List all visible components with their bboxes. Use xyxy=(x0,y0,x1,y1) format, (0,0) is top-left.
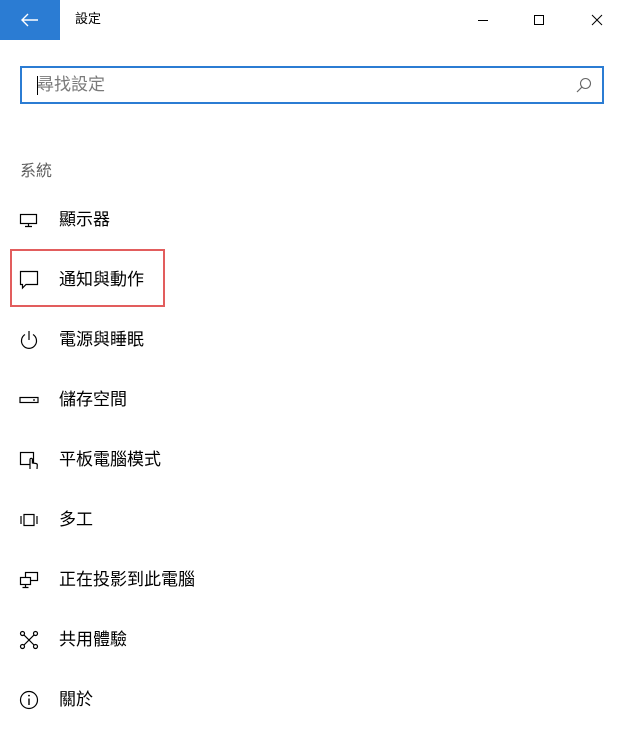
back-button[interactable] xyxy=(0,0,60,40)
back-arrow-icon xyxy=(21,13,39,27)
nav-item-label: 共用體驗 xyxy=(59,630,127,650)
maximize-button[interactable] xyxy=(516,0,562,40)
minimize-button[interactable] xyxy=(460,0,506,40)
nav-item-power-sleep[interactable]: 電源與睡眠 xyxy=(10,310,410,370)
text-caret xyxy=(37,76,38,95)
notification-icon xyxy=(19,270,39,290)
nav-item-shared-experiences[interactable]: 共用體驗 xyxy=(10,610,410,670)
nav-item-notifications[interactable]: 通知與動作 xyxy=(10,250,410,310)
nav-item-about[interactable]: 關於 xyxy=(10,670,410,730)
nav-item-multitasking[interactable]: 多工 xyxy=(10,490,410,550)
search-icon[interactable] xyxy=(576,77,592,93)
nav-item-display[interactable]: 顯示器 xyxy=(10,190,410,250)
nav-item-label: 多工 xyxy=(59,510,93,530)
power-icon xyxy=(19,330,39,350)
storage-icon xyxy=(19,390,39,410)
shared-experiences-icon xyxy=(19,630,39,650)
search-box[interactable] xyxy=(20,66,604,104)
nav-item-storage[interactable]: 儲存空間 xyxy=(10,370,410,430)
nav-item-tablet-mode[interactable]: 平板電腦模式 xyxy=(10,430,410,490)
nav-item-label: 電源與睡眠 xyxy=(59,330,144,350)
tablet-mode-icon xyxy=(19,450,39,470)
nav-item-projecting[interactable]: 正在投影到此電腦 xyxy=(10,550,410,610)
search-input[interactable] xyxy=(22,68,562,102)
multitasking-icon xyxy=(19,510,39,530)
close-button[interactable] xyxy=(574,0,620,40)
window-title: 設定 xyxy=(75,12,102,27)
nav-item-label: 平板電腦模式 xyxy=(59,450,161,470)
display-icon xyxy=(19,210,39,230)
nav-item-label: 通知與動作 xyxy=(59,270,144,290)
nav-item-label: 正在投影到此電腦 xyxy=(59,570,195,590)
settings-window: 設定 系統 xyxy=(0,0,625,740)
about-icon xyxy=(19,690,39,710)
section-title: 系統 xyxy=(20,161,53,180)
nav-item-label: 顯示器 xyxy=(59,210,110,230)
nav-item-label: 關於 xyxy=(59,690,93,710)
close-icon xyxy=(591,11,603,30)
maximize-icon xyxy=(533,11,545,30)
minimize-icon xyxy=(477,11,489,30)
nav-item-label: 儲存空間 xyxy=(59,390,127,410)
title-bar: 設定 xyxy=(0,0,625,40)
projecting-icon xyxy=(19,570,39,590)
